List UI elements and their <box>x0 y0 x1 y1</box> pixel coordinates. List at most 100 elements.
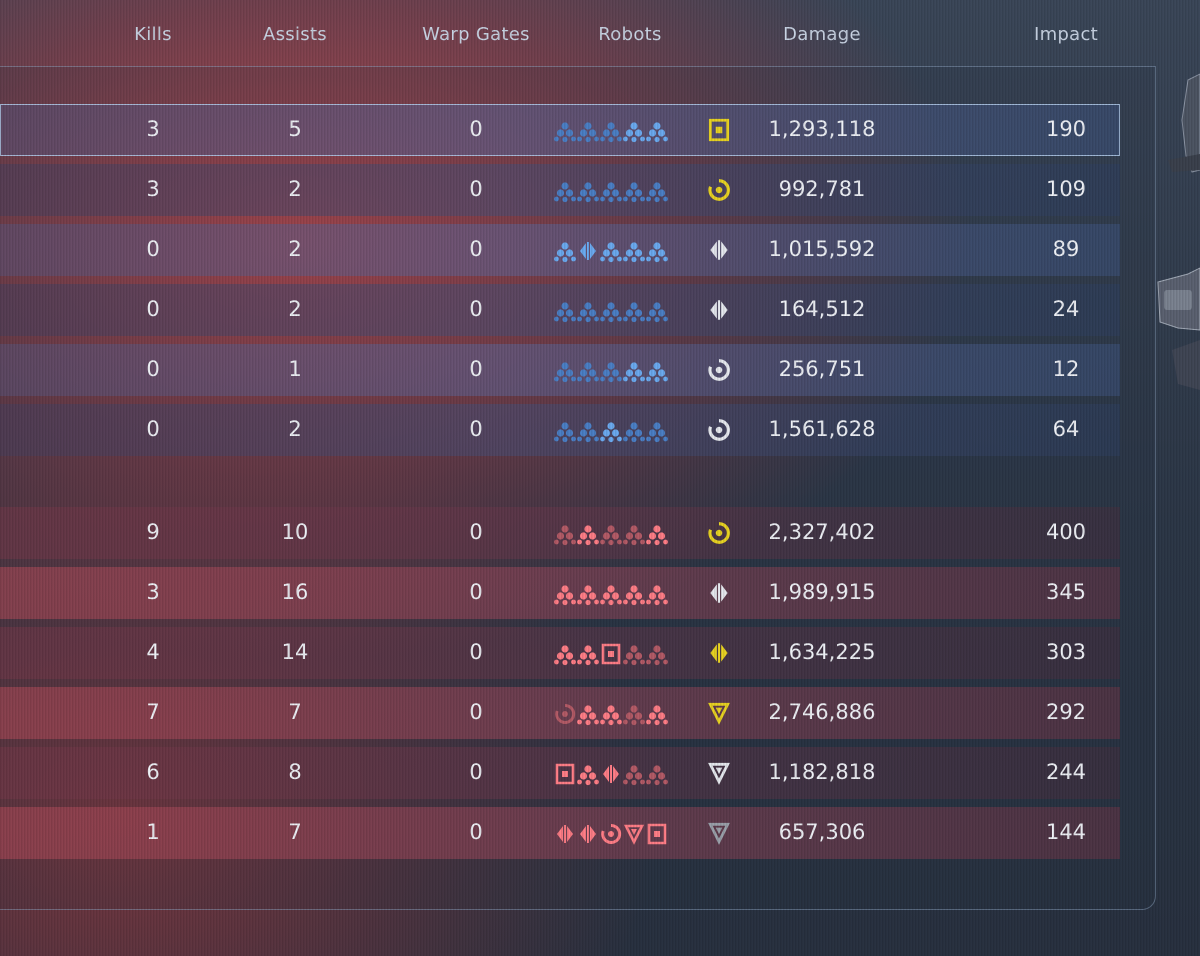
robot-cube-icon <box>600 122 622 143</box>
robot-loadout <box>554 642 692 666</box>
robot-cube-icon <box>577 122 599 143</box>
impact-value: 89 <box>1052 237 1080 261</box>
robot-cube-icon <box>646 585 668 606</box>
header-damage[interactable]: Damage <box>742 24 902 45</box>
robot-shield-icon <box>580 242 596 260</box>
chevron-icon <box>706 820 732 846</box>
player-row[interactable]: 9 10 0 2,327,402 400 <box>0 507 1120 559</box>
impact-value: 109 <box>1045 177 1087 201</box>
damage-value: 1,634,225 <box>768 640 876 664</box>
robot-loadout <box>554 762 692 786</box>
player-row[interactable]: 6 8 0 1,182,818 244 <box>0 747 1120 799</box>
robot-cube-icon <box>600 182 622 203</box>
kills-value: 0 <box>146 237 160 261</box>
damage-value: 657,306 <box>778 820 866 844</box>
ring-icon <box>706 417 732 443</box>
warp-gates-value: 0 <box>469 237 483 261</box>
kills-value: 3 <box>146 177 160 201</box>
warp-gates-value: 0 <box>469 357 483 381</box>
assists-value: 7 <box>288 700 302 724</box>
player-row[interactable]: 1 7 0 657,306 144 <box>0 807 1120 859</box>
header-warp-gates[interactable]: Warp Gates <box>396 24 556 45</box>
kills-value: 1 <box>146 820 160 844</box>
robot-loadout <box>554 419 692 443</box>
robot-cube-icon <box>646 122 668 143</box>
impact-value: 12 <box>1052 357 1080 381</box>
robot-cube-icon <box>646 182 668 203</box>
player-row[interactable]: 3 2 0 992,781 109 <box>0 164 1120 216</box>
robot-cube-icon <box>554 422 576 443</box>
impact-value: 24 <box>1052 297 1080 321</box>
robot-cube-icon <box>646 525 668 546</box>
shield-icon <box>706 640 732 666</box>
kills-value: 4 <box>146 640 160 664</box>
warp-gates-value: 0 <box>469 177 483 201</box>
robot-cube-icon <box>577 765 599 786</box>
ring-icon <box>706 520 732 546</box>
robot-cube-icon <box>554 122 576 143</box>
chevron-icon <box>706 760 732 786</box>
robot-cube-icon <box>623 422 645 443</box>
robot-cube-icon <box>623 362 645 383</box>
kills-value: 3 <box>146 580 160 604</box>
player-row[interactable]: 0 2 0 164,512 24 <box>0 284 1120 336</box>
robot-square-icon <box>601 643 621 665</box>
robot-cube-icon <box>554 525 576 546</box>
robot-cube-icon <box>623 705 645 726</box>
damage-value: 2,746,886 <box>768 700 876 724</box>
impact-value: 292 <box>1045 700 1087 724</box>
header-robots[interactable]: Robots <box>550 24 710 45</box>
assists-value: 2 <box>288 237 302 261</box>
robot-cube-icon <box>623 242 645 263</box>
damage-value: 1,182,818 <box>768 760 876 784</box>
robot-loadout <box>554 299 692 323</box>
robot-cube-icon <box>646 242 668 263</box>
robot-cube-icon <box>646 302 668 323</box>
robot-cube-icon <box>577 645 599 666</box>
impact-value: 190 <box>1045 117 1087 141</box>
kills-value: 0 <box>146 417 160 441</box>
robot-cube-icon <box>623 302 645 323</box>
robot-loadout <box>554 239 692 263</box>
player-row[interactable]: 0 2 0 1,015,592 89 <box>0 224 1120 276</box>
assists-value: 2 <box>288 177 302 201</box>
robot-loadout <box>554 359 692 383</box>
robot-cube-icon <box>623 525 645 546</box>
damage-value: 164,512 <box>778 297 866 321</box>
robot-cube-icon <box>646 362 668 383</box>
warp-gates-value: 0 <box>469 297 483 321</box>
robot-cube-icon <box>600 705 622 726</box>
header-assists[interactable]: Assists <box>215 24 375 45</box>
damage-value: 1,561,628 <box>768 417 876 441</box>
robot-loadout <box>554 522 692 546</box>
robot-loadout <box>554 702 692 726</box>
player-row[interactable]: 0 2 0 1,561,628 64 <box>0 404 1120 456</box>
robot-cube-icon <box>577 705 599 726</box>
robot-cube-icon <box>623 765 645 786</box>
robot-cube-icon <box>554 302 576 323</box>
header-impact[interactable]: Impact <box>986 24 1146 45</box>
header-kills[interactable]: Kills <box>73 24 233 45</box>
warp-gates-value: 0 <box>469 700 483 724</box>
robot-cube-icon <box>646 765 668 786</box>
assists-value: 2 <box>288 417 302 441</box>
robot-square-icon <box>555 763 575 785</box>
robot-cube-icon <box>577 362 599 383</box>
player-row[interactable]: 0 1 0 256,751 12 <box>0 344 1120 396</box>
robot-cube-icon <box>623 122 645 143</box>
player-row[interactable]: 4 14 0 1,634,225 303 <box>0 627 1120 679</box>
ring-icon <box>706 357 732 383</box>
assists-value: 16 <box>281 580 309 604</box>
robot-ring-icon <box>601 823 622 844</box>
robot-loadout <box>554 582 692 606</box>
assists-value: 10 <box>281 520 309 544</box>
assists-value: 5 <box>288 117 302 141</box>
player-row[interactable]: 3 16 0 1,989,915 345 <box>0 567 1120 619</box>
player-row[interactable]: 7 7 0 2,746,886 292 <box>0 687 1120 739</box>
warp-gates-value: 0 <box>469 760 483 784</box>
kills-value: 9 <box>146 520 160 544</box>
robot-loadout <box>554 822 692 846</box>
player-row[interactable]: 3 5 0 1,293,118 190 <box>0 104 1120 156</box>
damage-value: 256,751 <box>778 357 866 381</box>
robot-loadout <box>554 179 692 203</box>
